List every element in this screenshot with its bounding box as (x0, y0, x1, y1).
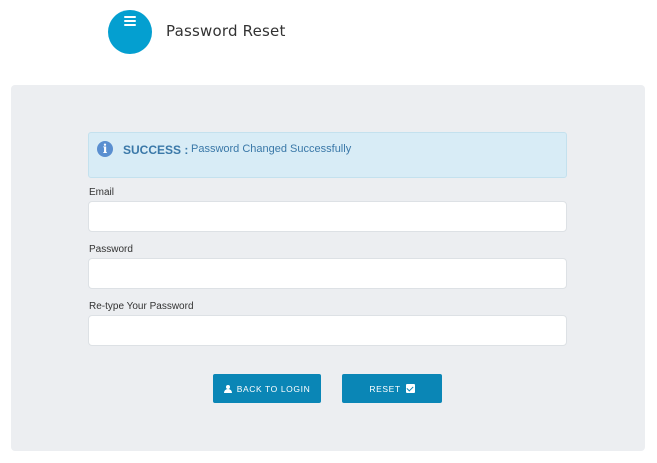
password-label: Password (89, 244, 133, 255)
alert-message: Password Changed Successfully (191, 143, 352, 155)
menu-icon (124, 16, 136, 26)
reset-button[interactable]: RESET (342, 374, 442, 403)
back-to-login-button[interactable]: BACK TO LOGIN (213, 374, 321, 403)
retype-password-label: Re-type Your Password (89, 301, 194, 312)
alert-label: SUCCESS : (123, 143, 189, 157)
reset-label: RESET (369, 383, 401, 394)
email-label: Email (89, 187, 115, 198)
retype-password-field[interactable] (88, 315, 567, 346)
email-field[interactable] (88, 201, 567, 232)
reset-panel: i SUCCESS : Password Changed Successfull… (11, 85, 645, 451)
user-icon (223, 384, 232, 393)
info-icon: i (97, 141, 113, 157)
back-to-login-label: BACK TO LOGIN (236, 383, 311, 394)
page-title: Password Reset (166, 22, 286, 40)
page-header: Password Reset (0, 0, 657, 70)
check-square-icon (405, 384, 415, 393)
menu-button[interactable] (108, 10, 152, 54)
password-field[interactable] (88, 258, 567, 289)
success-alert: i SUCCESS : Password Changed Successfull… (88, 132, 567, 178)
